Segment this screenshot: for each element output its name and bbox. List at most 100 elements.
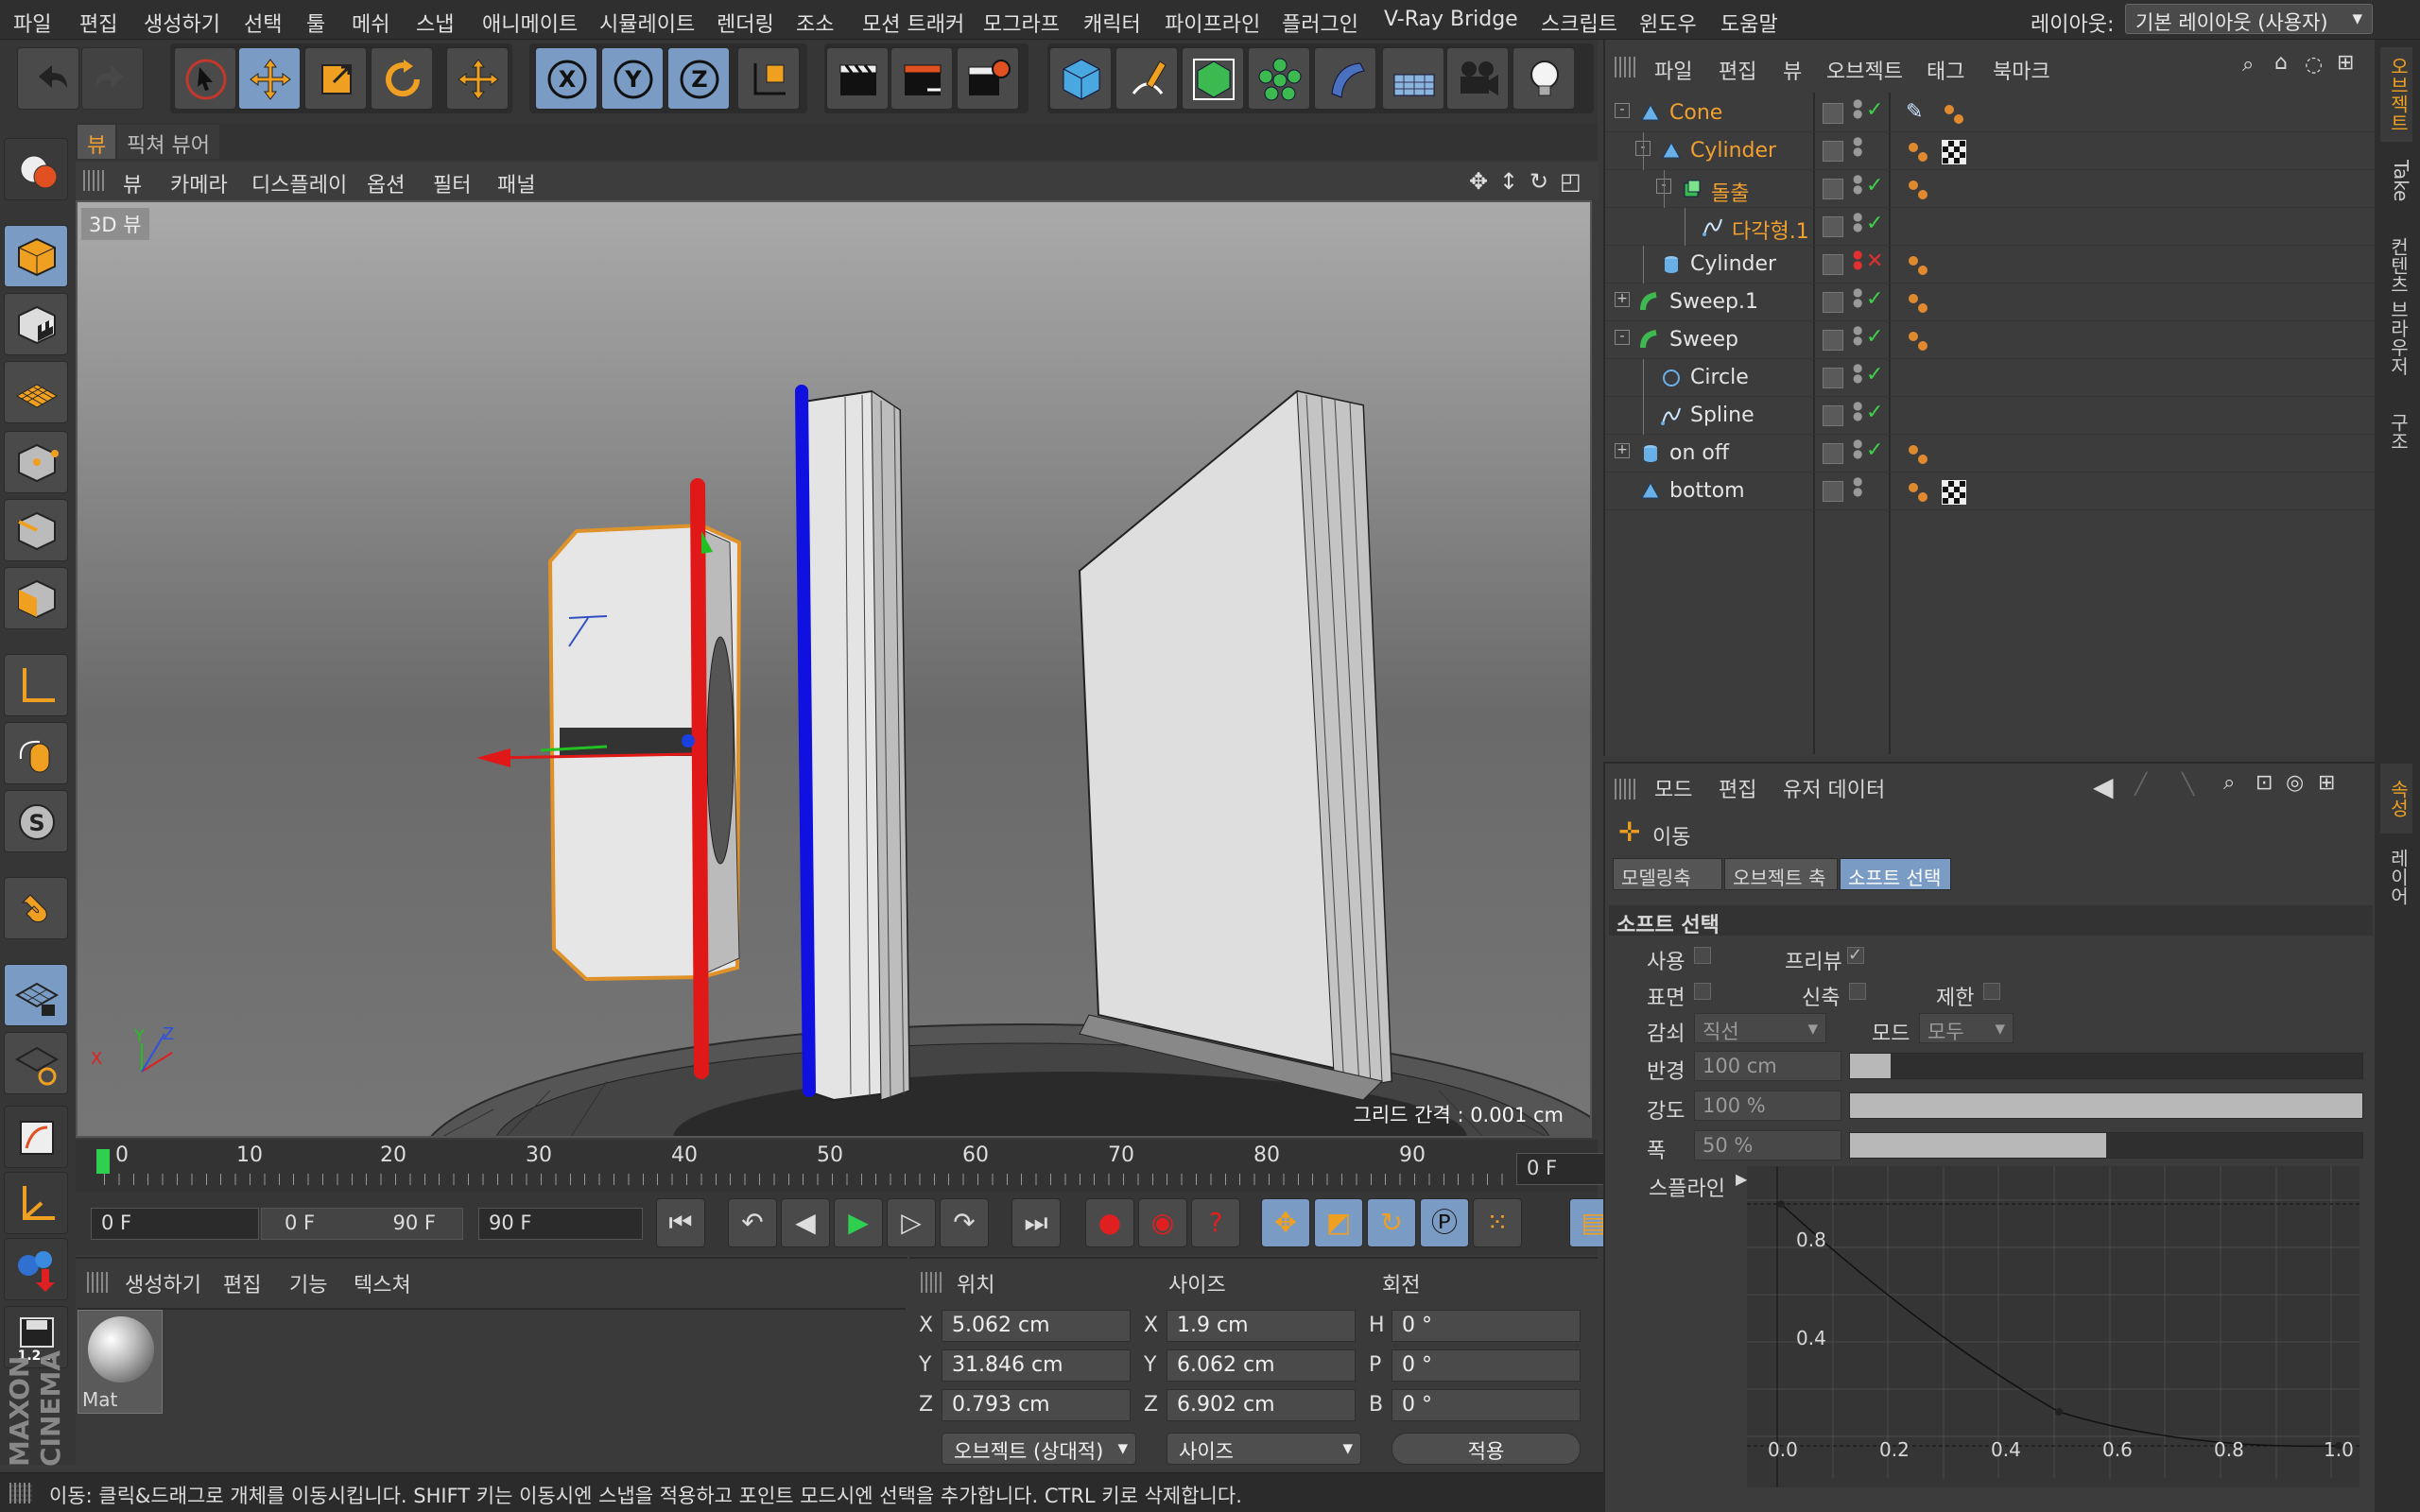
cube-primitive-button[interactable]: [1049, 47, 1112, 110]
search-icon[interactable]: ⌕: [2242, 53, 2254, 77]
play-button[interactable]: ▶: [834, 1198, 883, 1247]
visibility-dots-icon[interactable]: ● ●: [1853, 438, 1862, 459]
axis-tool-button[interactable]: [4, 1172, 68, 1234]
object-row[interactable]: Spline ● ● ✓: [1605, 397, 2377, 435]
vp-menu-view[interactable]: 뷰: [123, 168, 142, 198]
om-menu-view[interactable]: 뷰: [1783, 55, 1802, 85]
object-row[interactable]: + on off ● ● ✓: [1605, 435, 2377, 472]
mat-menu-edit[interactable]: 편집: [223, 1268, 261, 1298]
enabled-check-icon[interactable]: ✓: [1866, 325, 1883, 349]
edges-mode-button[interactable]: [4, 499, 68, 561]
layer-swatch-icon[interactable]: [1823, 330, 1843, 351]
visibility-dots-icon[interactable]: ● ●: [1853, 97, 1862, 119]
width-slider[interactable]: [1849, 1132, 2363, 1159]
workplane-mode-button[interactable]: [4, 361, 68, 423]
z-axis-lock-button[interactable]: Z: [667, 47, 730, 110]
redo-button[interactable]: [81, 47, 144, 110]
layer-swatch-icon[interactable]: [1823, 405, 1843, 426]
side-tab-structure[interactable]: 구조: [2380, 399, 2412, 465]
falloff-spline-graph[interactable]: [1747, 1166, 2360, 1487]
search-icon[interactable]: ⌕: [2223, 771, 2235, 795]
back-arrow-icon[interactable]: ◀: [2093, 771, 2114, 802]
object-name[interactable]: Sweep.1: [1669, 290, 1758, 314]
prev-frame-button[interactable]: ◀: [781, 1198, 830, 1247]
make-editable-button[interactable]: [4, 138, 68, 200]
collapse-icon[interactable]: -: [1615, 103, 1630, 118]
visibility-dots-icon[interactable]: ● ●: [1853, 362, 1862, 384]
new-panel-icon[interactable]: ⊞: [2318, 771, 2335, 795]
phong-tag-icon[interactable]: [1906, 329, 1930, 353]
object-name[interactable]: Circle: [1690, 366, 1749, 389]
lock-workplane-button[interactable]: [4, 964, 68, 1026]
tab-picture-viewer[interactable]: 픽쳐 뷰어: [117, 125, 219, 159]
am-menu-edit[interactable]: 편집: [1719, 773, 1756, 803]
object-row[interactable]: - Cone ● ● ✓ ✎: [1605, 94, 2377, 132]
object-name[interactable]: 다각형.1: [1732, 215, 1809, 245]
radius-slider[interactable]: [1849, 1053, 2363, 1079]
use-checkbox[interactable]: [1694, 947, 1711, 964]
subdivision-button[interactable]: [1182, 47, 1244, 110]
layer-swatch-icon[interactable]: [1823, 141, 1843, 162]
visibility-dots-icon[interactable]: ● ●: [1853, 249, 1862, 270]
menu-select[interactable]: 선택: [244, 8, 282, 38]
layer-swatch-icon[interactable]: [1823, 368, 1843, 388]
end-frame-field[interactable]: 90 F: [478, 1208, 643, 1240]
preview-checkbox[interactable]: ✓: [1847, 947, 1864, 964]
phong-tag-icon[interactable]: [1906, 480, 1930, 505]
layer-swatch-icon[interactable]: [1823, 443, 1843, 464]
enabled-check-icon[interactable]: ✓: [1866, 438, 1883, 462]
menu-window[interactable]: 윈도우: [1639, 8, 1697, 38]
vp-menu-filter[interactable]: 필터: [433, 168, 471, 198]
visibility-dots-icon[interactable]: ● ●: [1853, 135, 1862, 157]
sculpt-tag-icon[interactable]: ✎: [1906, 100, 1923, 124]
keyframe-selection-button[interactable]: ?: [1191, 1198, 1240, 1247]
vp-menu-options[interactable]: 옵션: [367, 168, 405, 198]
rot-h-field[interactable]: 0 °: [1392, 1310, 1581, 1342]
menu-motion-tracker[interactable]: 모션 트래커: [862, 8, 964, 38]
expand-icon[interactable]: +: [1615, 292, 1630, 307]
size-x-field[interactable]: 1.9 cm: [1167, 1310, 1356, 1342]
phong-tag-icon[interactable]: [1906, 253, 1930, 278]
size-y-field[interactable]: 6.062 cm: [1167, 1349, 1356, 1382]
key-parameter-button[interactable]: Ⓟ: [1420, 1198, 1469, 1247]
phong-tag-icon[interactable]: [1906, 442, 1930, 467]
menu-vray-bridge[interactable]: V-Ray Bridge: [1384, 8, 1518, 31]
visibility-dots-icon[interactable]: ● ●: [1853, 475, 1862, 497]
pos-z-field[interactable]: 0.793 cm: [942, 1389, 1131, 1421]
scale-button[interactable]: [304, 47, 367, 110]
mat-menu-create[interactable]: 생성하기: [125, 1268, 201, 1298]
layer-swatch-icon[interactable]: [1823, 292, 1843, 313]
tab-soft-selection[interactable]: 소프트 선택: [1840, 858, 1951, 890]
side-tab-content-browser[interactable]: 컨텐츠 브라우저: [2380, 219, 2412, 393]
tab-object-axis[interactable]: 오브젝트 축: [1724, 858, 1838, 890]
autokey-button[interactable]: ◉: [1138, 1198, 1187, 1247]
prev-key-button[interactable]: ↶: [728, 1198, 777, 1247]
object-name[interactable]: Cone: [1669, 101, 1722, 125]
start-frame-field[interactable]: 0 F: [91, 1208, 259, 1240]
up-arrow-icon[interactable]: ╱: [2135, 773, 2147, 797]
enabled-check-icon[interactable]: ✓: [1866, 287, 1883, 311]
disabled-x-icon[interactable]: ✕: [1866, 249, 1883, 273]
coord-mode-dropdown[interactable]: 오브젝트 (상대적) ▾: [942, 1433, 1136, 1465]
timeline[interactable]: 0 10 20 30 40 50 60 70 80 90 0 F: [76, 1140, 1668, 1193]
light-button[interactable]: [1512, 47, 1575, 110]
texture-tag-icon[interactable]: [1942, 480, 1966, 505]
layer-swatch-icon[interactable]: [1823, 254, 1843, 275]
enabled-check-icon[interactable]: ✓: [1866, 174, 1883, 198]
rot-b-field[interactable]: 0 °: [1392, 1389, 1581, 1421]
planar-workplane-button[interactable]: [4, 1032, 68, 1094]
menu-sculpt[interactable]: 조소: [796, 8, 834, 38]
snap-button[interactable]: [4, 877, 68, 939]
y-axis-lock-button[interactable]: Y: [601, 47, 664, 110]
am-menu-mode[interactable]: 모드: [1654, 773, 1692, 803]
enabled-check-icon[interactable]: ✓: [1866, 212, 1883, 235]
falloff-dropdown[interactable]: 직선 ▾: [1694, 1013, 1826, 1043]
menu-mesh[interactable]: 메쉬: [352, 8, 389, 38]
size-z-field[interactable]: 6.902 cm: [1167, 1389, 1356, 1421]
new-panel-icon[interactable]: ⊞: [2337, 51, 2354, 75]
width-field[interactable]: 50 %: [1694, 1130, 1841, 1160]
phong-tag-icon[interactable]: [1906, 178, 1930, 202]
rubber-checkbox[interactable]: [1849, 983, 1866, 1000]
x-axis-lock-button[interactable]: X: [535, 47, 597, 110]
object-name[interactable]: on off: [1669, 441, 1729, 465]
